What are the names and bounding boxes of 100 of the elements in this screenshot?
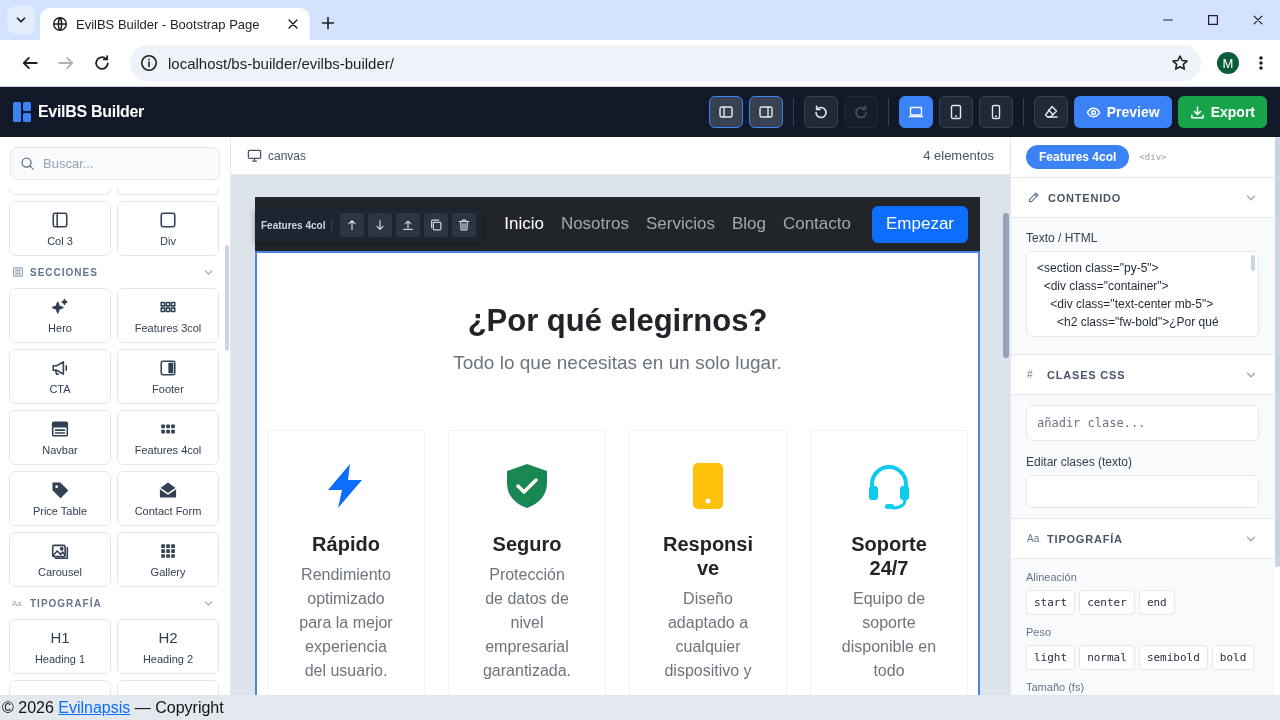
component-card[interactable]: Features 3col [117,288,219,343]
component-card[interactable]: Features 4col [117,410,219,465]
section-subtitle: Todo lo que necesitas en un solo lugar. [452,351,783,375]
card-label: Hero [48,321,72,334]
address-bar[interactable]: localhost/bs-builder/evilbs-builder/ [130,45,1201,81]
add-class-field[interactable]: añadir clase... [1026,405,1259,441]
star-icon [1171,54,1189,72]
section-glyph: # [1027,369,1034,380]
bookmark-button[interactable] [1171,54,1189,72]
component-card[interactable]: CTA [9,349,111,404]
classes-field[interactable] [1026,475,1259,508]
component-card[interactable]: Hero [9,288,111,343]
html-editor[interactable]: <section class="py-5"> <div class="container"> <div class="text-center mb-5"> <h2 class="fw-bold">¿Por qué [1026,251,1259,337]
move-down-button[interactable] [368,213,393,237]
nav-link[interactable]: Inicio [504,214,544,234]
card-label: Div [160,234,176,247]
component-card[interactable]: Div [117,201,219,256]
component-card[interactable]: Price Table [9,471,111,526]
tablet-view-button[interactable] [938,96,973,128]
field-label: Alineación [1026,570,1078,585]
option-button[interactable]: semibold [1138,645,1208,670]
component-card[interactable]: Col 3 [9,201,111,256]
feature-text: Protección de datos de nivel empresarial garantizada. [481,565,573,681]
field-label: Tamaño (fs) [1026,680,1086,695]
desktop-view-button[interactable] [898,96,933,128]
forward-icon [57,54,75,72]
card-label: Heading 1 [34,652,86,665]
section-title: CLASES CSS [1047,368,1126,381]
undo-button[interactable] [803,96,838,128]
section-title: TIPOGRAFÍA [1047,532,1123,545]
component-card[interactable]: Gallery [117,532,219,587]
option-button[interactable]: end [1138,590,1175,615]
component-card[interactable]: H1 Heading 1 [9,619,111,674]
cta-button[interactable]: Empezar [871,205,968,243]
tab-list-button[interactable] [7,6,35,34]
redo-icon [852,104,869,120]
move-top-button[interactable] [396,213,421,237]
back-icon [21,54,39,72]
sidebar-toggle-button[interactable] [708,96,743,128]
card-label: Contact Form [134,504,202,517]
move-up-button[interactable] [340,213,365,237]
option-button[interactable]: light [1026,645,1076,670]
panel-icon [159,358,177,377]
option-button[interactable]: start [1026,590,1076,615]
option-button[interactable]: bold [1211,645,1255,670]
app-brand: EvilBS Builder [38,103,145,121]
trash-icon [457,218,472,232]
nav-link[interactable]: Contacto [782,214,851,234]
card-label: Features 3col [134,321,202,334]
component-card[interactable]: H2 Heading 2 [117,619,219,674]
globe-icon [52,16,68,32]
component-card[interactable]: Navbar [9,410,111,465]
profile-avatar[interactable]: M [1217,52,1239,74]
copyright-text: © 2026 Evilnapsis — Copyright [2,699,224,716]
component-card[interactable]: Contact Form [117,471,219,526]
section-glyph: Aa [1027,533,1039,544]
selection-badge: Features 4col [1026,145,1130,169]
mobile-view-button[interactable] [978,96,1013,128]
download-icon [1189,104,1205,120]
maximize-icon [1205,13,1220,27]
section-header[interactable]: SECCIONES [9,256,218,288]
nav-link[interactable]: Nosotros [560,214,629,234]
browser-tab[interactable]: EvilBS Builder - Bootstrap Page [40,8,310,40]
feature-title: Responsive [662,532,754,580]
close-tab-button[interactable] [286,17,300,31]
section-title: TIPOGRAFÍA [30,597,102,609]
feature-title: Soporte 24/7 [850,532,928,580]
feature-text: Equipo de soporte disponible en todo [841,589,937,681]
footer-link[interactable]: Evilnapsis [58,699,131,716]
card-label: Features 4col [134,443,202,456]
component-card[interactable]: Footer [117,349,219,404]
section-header[interactable]: Aa TIPOGRAFÍA [9,587,218,619]
eraser-icon [1042,104,1059,120]
feature-title: Seguro [491,532,563,556]
element-tag: <div> [1139,152,1167,162]
reload-icon [93,54,111,72]
element-count: 4 elementos [923,148,994,163]
duplicate-button[interactable] [424,213,449,237]
section-title: CONTENIDO [1048,191,1122,204]
feature-text: Rendimiento optimizado para la mejor experiencia del usuario. [298,565,394,681]
field-label: Texto / HTML [1026,231,1099,246]
plus-icon [320,15,336,31]
tag-icon [51,480,69,499]
search-icon [20,156,35,171]
clear-button[interactable] [1033,96,1068,128]
tab-title: EvilBS Builder - Bootstrap Page [76,16,261,32]
nav-link[interactable]: Servicios [645,214,715,234]
delete-button[interactable] [452,213,477,237]
search-field[interactable]: Buscar... [10,147,220,180]
option-button[interactable]: center [1079,590,1135,615]
close-icon [286,17,300,31]
grid-icon [159,541,177,560]
card-label: Navbar [42,443,78,456]
preview-button[interactable]: Preview [1073,96,1172,128]
card-label: Gallery [150,565,186,578]
panel-toggle-button[interactable] [748,96,783,128]
selection-label: Features 4col [261,219,333,231]
component-card[interactable]: Carousel [9,532,111,587]
option-button[interactable]: normal [1079,645,1135,670]
nav-link[interactable]: Blog [731,214,766,234]
